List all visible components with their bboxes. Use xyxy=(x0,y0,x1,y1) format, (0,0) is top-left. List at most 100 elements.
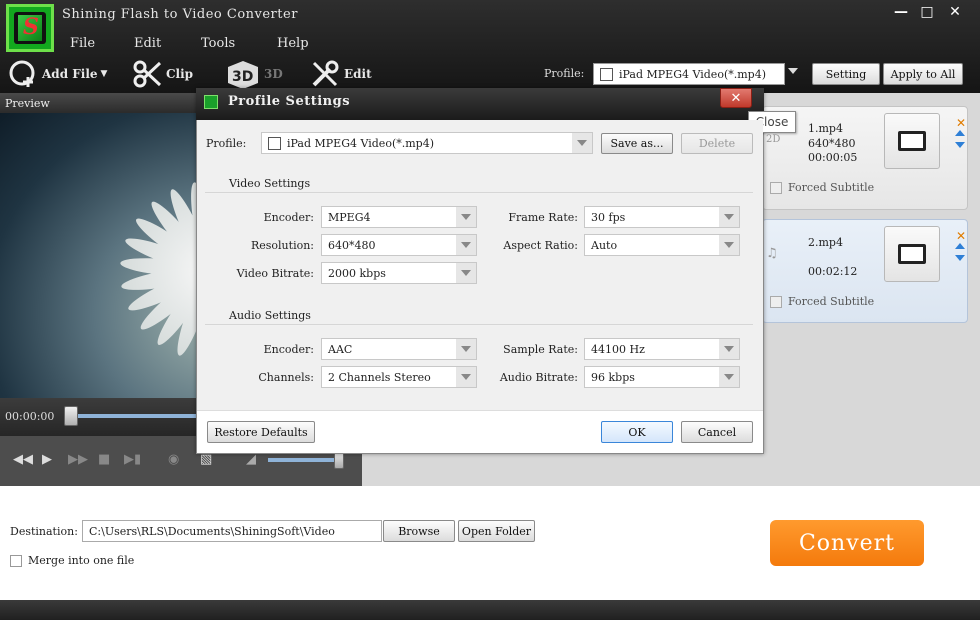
restore-defaults-button[interactable]: Restore Defaults xyxy=(207,421,315,443)
device-icon xyxy=(268,136,281,150)
file-resolution: 640*480 xyxy=(808,137,856,150)
subtitle-checkbox[interactable] xyxy=(770,295,782,308)
audio-badge: ♫ xyxy=(766,246,778,261)
menu-tools[interactable]: Tools xyxy=(201,36,235,51)
maximize-icon[interactable]: □ xyxy=(916,4,938,20)
aspect-ratio-value: Auto xyxy=(591,238,618,252)
status-bar xyxy=(0,600,980,620)
chevron-down-icon[interactable] xyxy=(456,367,476,387)
chevron-down-icon[interactable] xyxy=(719,235,739,255)
frame-rate-select[interactable]: 30 fps xyxy=(584,206,740,228)
dialog-profile-value: iPad MPEG4 Video(*.mp4) xyxy=(287,136,434,150)
profile-select[interactable]: iPad MPEG4 Video(*.mp4) xyxy=(593,63,785,85)
chevron-down-icon[interactable] xyxy=(572,133,592,153)
video-bitrate-select[interactable]: 2000 kbps xyxy=(321,262,477,284)
frame-rate-label: Frame Rate: xyxy=(508,211,578,224)
sample-rate-label: Sample Rate: xyxy=(503,343,578,356)
destination-input[interactable]: C:\Users\RLS\Documents\ShiningSoft\Video xyxy=(82,520,382,542)
resolution-value: 640*480 xyxy=(328,238,376,252)
dialog-close-button[interactable]: ✕ xyxy=(720,88,752,108)
skip-back-icon[interactable]: ◀◀ xyxy=(13,452,33,467)
dialog-title: Profile Settings xyxy=(228,94,351,109)
add-file-button[interactable]: Add File ▼ xyxy=(8,58,107,90)
divider xyxy=(205,192,753,194)
chevron-down-icon[interactable] xyxy=(788,68,798,74)
volume-track[interactable] xyxy=(268,458,340,462)
fast-forward-icon[interactable]: ▶▶ xyxy=(68,452,88,467)
browse-button[interactable]: Browse xyxy=(383,520,455,542)
menu-help[interactable]: Help xyxy=(277,36,309,51)
setting-button[interactable]: Setting xyxy=(812,63,880,85)
file-name: 1.mp4 xyxy=(808,122,843,135)
forced-subtitle-toggle[interactable]: Forced Subtitle xyxy=(770,181,874,194)
chevron-down-icon[interactable] xyxy=(456,207,476,227)
audio-settings-heading: Audio Settings xyxy=(229,309,311,322)
save-as-button[interactable]: Save as... xyxy=(601,133,673,154)
subtitle-checkbox[interactable] xyxy=(770,181,782,194)
chevron-down-icon[interactable] xyxy=(456,339,476,359)
volume-icon[interactable]: ◢ xyxy=(246,452,256,467)
clip-button[interactable]: Clip xyxy=(132,58,193,90)
audio-encoder-select[interactable]: AAC xyxy=(321,338,477,360)
time-display: 00:00:00 xyxy=(5,410,55,423)
menu-file[interactable]: File xyxy=(70,36,95,51)
chevron-down-icon[interactable] xyxy=(719,367,739,387)
destination-label: Destination: xyxy=(10,525,78,538)
chevron-down-icon[interactable] xyxy=(719,207,739,227)
ok-button[interactable]: OK xyxy=(601,421,673,443)
stop-icon[interactable]: ■ xyxy=(98,452,110,467)
audio-bitrate-label: Audio Bitrate: xyxy=(499,371,578,384)
sample-rate-select[interactable]: 44100 Hz xyxy=(584,338,740,360)
chevron-down-icon[interactable] xyxy=(456,235,476,255)
minimize-icon[interactable]: — xyxy=(890,4,912,20)
app-title: Shining Flash to Video Converter xyxy=(62,7,298,22)
add-file-label: Add File xyxy=(42,67,98,81)
chevron-down-icon[interactable] xyxy=(719,339,739,359)
file-duration: 00:00:05 xyxy=(808,151,858,164)
channels-select[interactable]: 2 Channels Stereo xyxy=(321,366,477,388)
open-folder-button[interactable]: Open Folder xyxy=(458,520,535,542)
audio-bitrate-value: 96 kbps xyxy=(591,370,635,384)
edit-button[interactable]: Edit xyxy=(310,58,372,90)
scissors-icon xyxy=(132,59,162,89)
play-icon[interactable]: ▶ xyxy=(42,452,52,467)
move-down-icon[interactable] xyxy=(955,255,965,261)
audio-bitrate-select[interactable]: 96 kbps xyxy=(584,366,740,388)
merge-checkbox[interactable] xyxy=(10,554,22,567)
file-name: 2.mp4 xyxy=(808,236,843,249)
move-up-icon[interactable] xyxy=(955,130,965,136)
clip-label: Clip xyxy=(166,67,194,81)
svg-text:3D: 3D xyxy=(232,69,253,85)
convert-button[interactable]: Convert xyxy=(770,520,924,566)
skip-forward-icon[interactable]: ▶▮ xyxy=(124,452,141,467)
chevron-down-icon[interactable]: ▼ xyxy=(101,69,108,79)
move-up-icon[interactable] xyxy=(955,243,965,249)
seek-handle[interactable] xyxy=(64,406,78,426)
output-device-button[interactable] xyxy=(884,113,940,169)
close-icon[interactable]: ✕ xyxy=(944,4,966,20)
three-d-button[interactable]: 3D 3D xyxy=(226,58,283,90)
profile-label: Profile: xyxy=(544,67,585,80)
delete-button[interactable]: Delete xyxy=(681,133,753,154)
folder-icon[interactable]: ▧ xyxy=(200,452,212,467)
app-logo xyxy=(6,4,54,52)
three-d-label: 3D xyxy=(264,67,283,81)
dialog-profile-select[interactable]: iPad MPEG4 Video(*.mp4) xyxy=(261,132,593,154)
menu-edit[interactable]: Edit xyxy=(134,36,161,51)
merge-option[interactable]: Merge into one file xyxy=(10,554,134,567)
remove-icon[interactable]: ✕ xyxy=(956,116,966,130)
aspect-ratio-select[interactable]: Auto xyxy=(584,234,740,256)
resolution-select[interactable]: 640*480 xyxy=(321,234,477,256)
forced-subtitle-toggle[interactable]: Forced Subtitle xyxy=(770,295,874,308)
edit-label: Edit xyxy=(344,67,372,81)
video-encoder-select[interactable]: MPEG4 xyxy=(321,206,477,228)
cancel-button[interactable]: Cancel xyxy=(681,421,753,443)
output-device-button[interactable] xyxy=(884,226,940,282)
camera-icon[interactable]: ◉ xyxy=(168,452,179,467)
dialog-app-icon xyxy=(204,95,218,109)
remove-icon[interactable]: ✕ xyxy=(956,229,966,243)
chevron-down-icon[interactable] xyxy=(456,263,476,283)
forced-subtitle-label: Forced Subtitle xyxy=(788,295,875,308)
move-down-icon[interactable] xyxy=(955,142,965,148)
apply-to-all-button[interactable]: Apply to All xyxy=(883,63,963,85)
